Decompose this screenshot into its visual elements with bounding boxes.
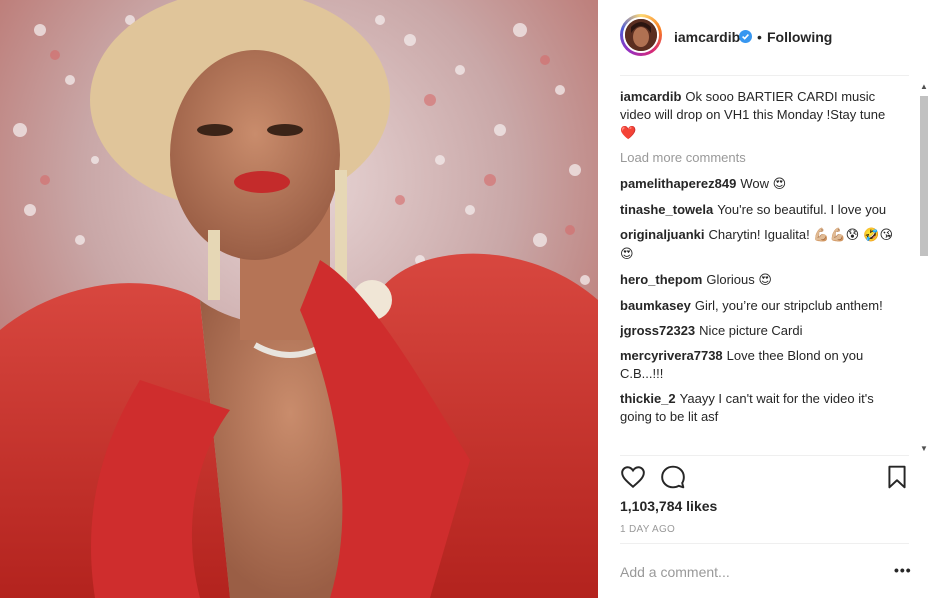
- comment-item: originaljuanki Charytin! Igualita! 💪🏼💪🏼😰 …: [620, 226, 898, 264]
- comment-text: You're so beautiful. I love you: [717, 202, 887, 217]
- post-caption: iamcardib Ok sooo BARTIER CARDI music vid…: [620, 88, 898, 143]
- comment-item: jgross72323 Nice picture Cardi: [620, 322, 898, 340]
- scroll-down-arrow-icon[interactable]: ▼: [919, 444, 929, 454]
- add-comment-input[interactable]: [620, 562, 870, 582]
- post-photo-illustration: [0, 0, 598, 598]
- comment-username[interactable]: tinashe_towela: [620, 202, 713, 217]
- comment-username[interactable]: thickie_2: [620, 391, 676, 406]
- comment-username[interactable]: baumkasey: [620, 298, 691, 313]
- comment-text: Wow: [740, 176, 769, 191]
- divider: [620, 543, 909, 544]
- post-details-panel: iamcardib • Following iamcardib Ok sooo B…: [598, 0, 931, 598]
- comment-emoji: 😍: [758, 273, 772, 288]
- comment-item: mercyrivera7738 Love thee Blond on you C.…: [620, 347, 898, 383]
- avatar[interactable]: [623, 17, 659, 53]
- following-button[interactable]: Following: [767, 29, 832, 45]
- verified-badge-icon: [739, 30, 752, 43]
- scrollbar-thumb[interactable]: [920, 96, 928, 256]
- post-timestamp[interactable]: 1 DAY AGO: [620, 524, 675, 535]
- comment-item: baumkasey Girl, you’re our stripclub anth…: [620, 297, 898, 315]
- scroll-up-arrow-icon[interactable]: ▲: [919, 82, 929, 92]
- comment-item: hero_thepom Glorious 😍: [620, 271, 898, 290]
- speech-bubble-icon[interactable]: [660, 464, 686, 490]
- comment-text: Charytin! Igualita!: [708, 227, 810, 242]
- divider: [620, 75, 909, 76]
- post-photo[interactable]: [0, 0, 598, 598]
- avatar-story-ring[interactable]: [620, 14, 662, 56]
- avatar-image: [625, 19, 657, 51]
- comments-scrollbar[interactable]: ▲ ▼: [919, 82, 929, 454]
- heart-outline-icon[interactable]: [620, 464, 646, 490]
- post-actions: [620, 464, 910, 490]
- comment-username[interactable]: hero_thepom: [620, 272, 702, 287]
- comment-item: tinashe_towela You're so beautiful. I lov…: [620, 201, 898, 219]
- separator-dot: •: [757, 29, 762, 45]
- comments-list[interactable]: iamcardib Ok sooo BARTIER CARDI music vid…: [620, 88, 898, 454]
- red-heart-emoji: ❤️: [620, 126, 637, 141]
- bookmark-icon[interactable]: [884, 464, 910, 490]
- comment-text: Glorious: [706, 272, 755, 287]
- comment-item: thickie_2 Yaayy I can't wait for the vide…: [620, 390, 898, 426]
- load-more-comments-button[interactable]: Load more comments: [620, 149, 898, 167]
- post-header: iamcardib • Following: [598, 0, 931, 75]
- comment-text: Girl, you’re our stripclub anthem!: [694, 298, 883, 313]
- caption-username[interactable]: iamcardib: [620, 89, 681, 104]
- comment-username[interactable]: jgross72323: [620, 323, 695, 338]
- divider: [620, 455, 909, 456]
- comment-text: Nice picture Cardi: [699, 323, 803, 338]
- comment-username[interactable]: originaljuanki: [620, 227, 705, 242]
- post-username[interactable]: iamcardib: [674, 29, 740, 45]
- comment-username[interactable]: pamelithaperez849: [620, 176, 736, 191]
- comment-emoji: 😍: [772, 177, 787, 192]
- comment-item: pamelithaperez849 Wow 😍: [620, 175, 898, 194]
- more-options-icon[interactable]: •••: [894, 562, 912, 578]
- comment-username[interactable]: mercyrivera7738: [620, 348, 723, 363]
- likes-count[interactable]: 1,103,784 likes: [620, 498, 717, 514]
